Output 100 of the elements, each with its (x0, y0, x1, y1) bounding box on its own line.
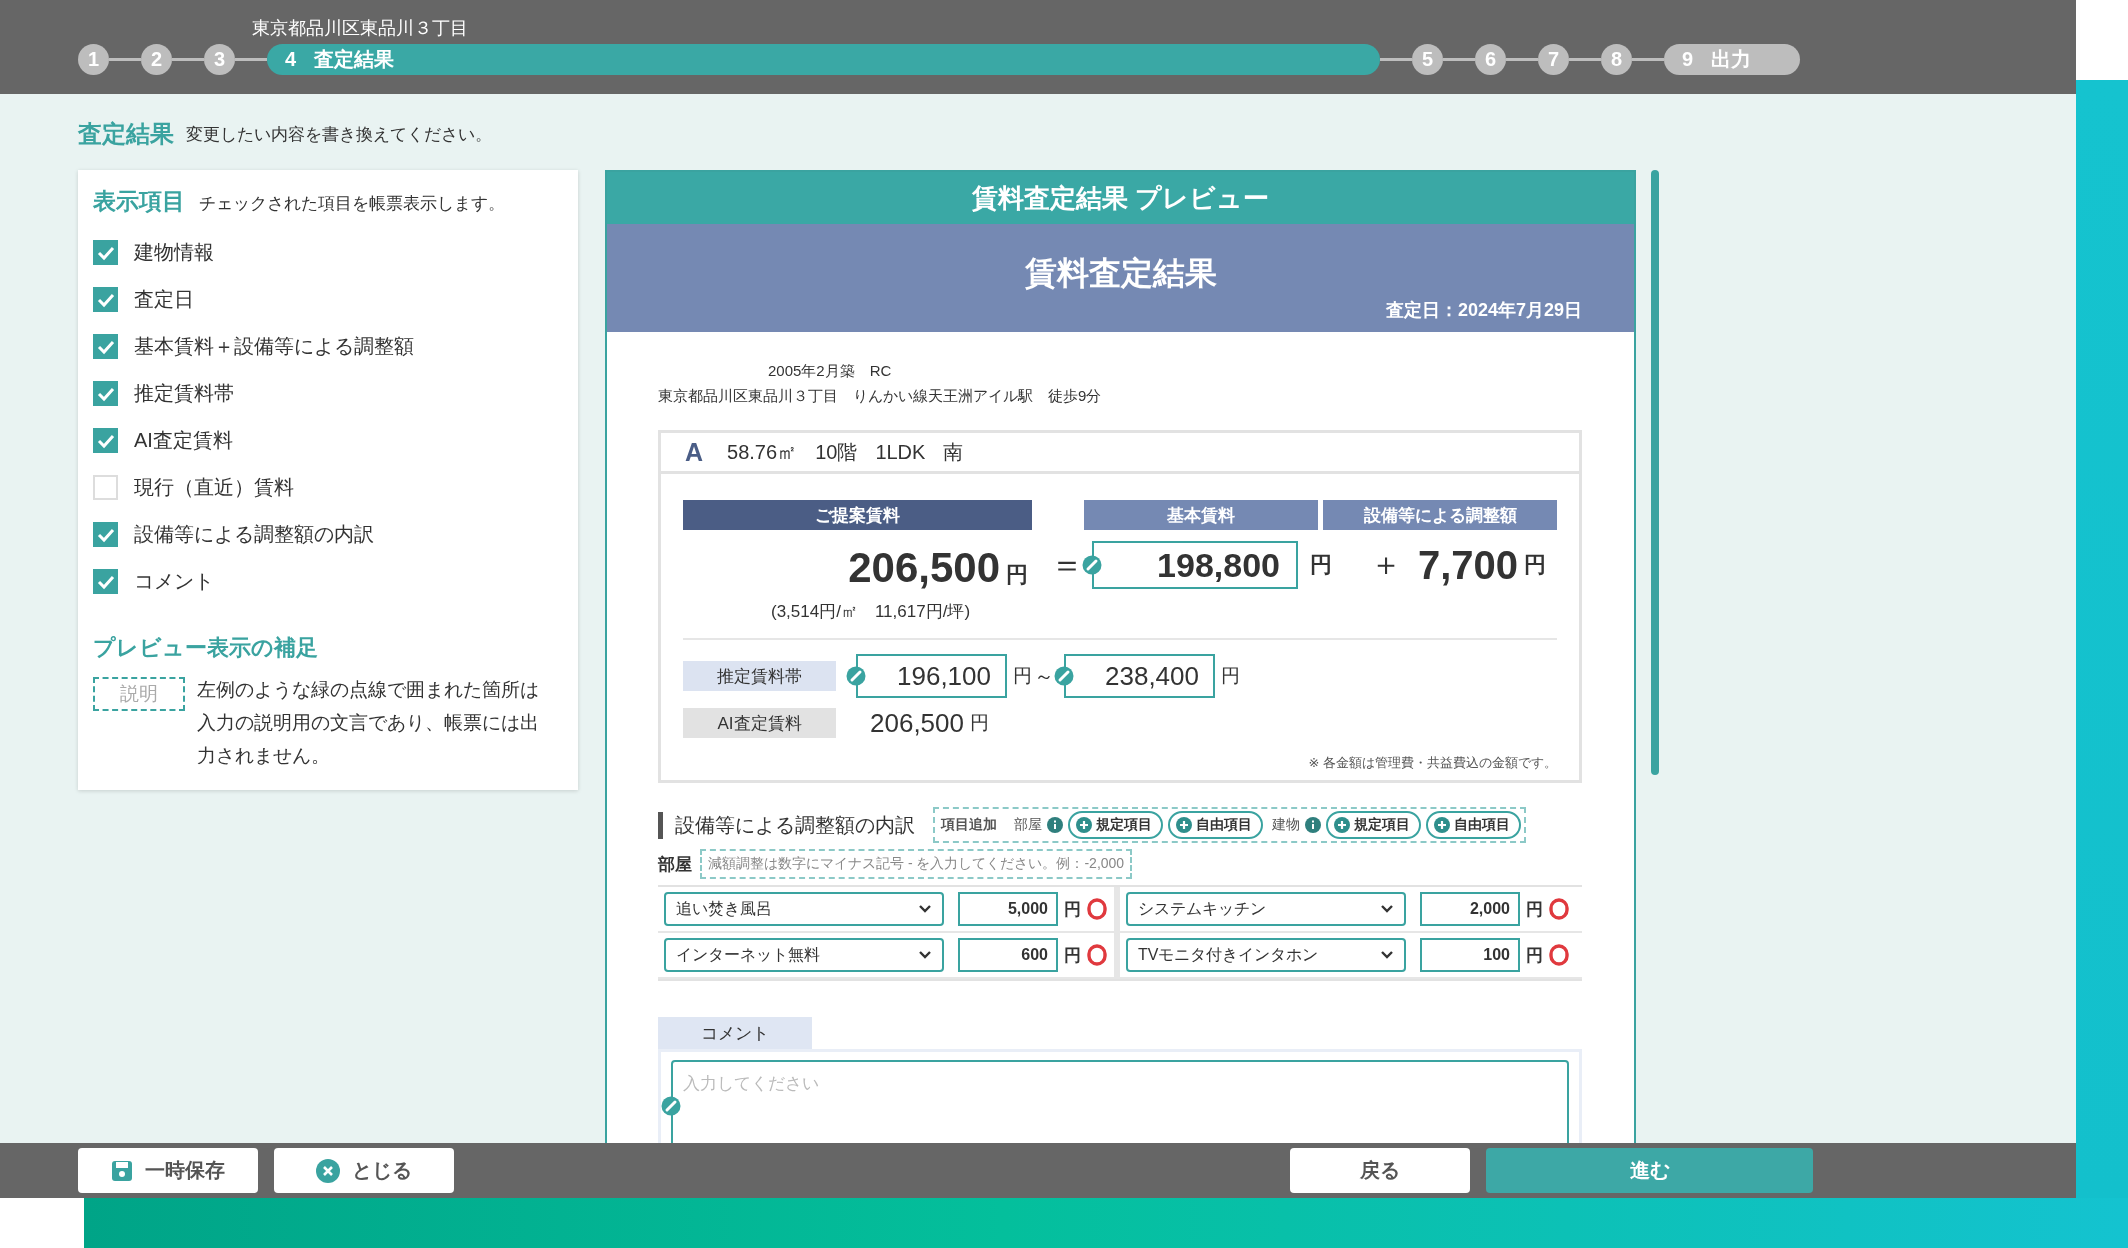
add-button[interactable]: 規定項目 (1326, 811, 1421, 839)
caret-icon (918, 950, 932, 960)
checkbox-label: 建物情報 (134, 240, 214, 265)
yen-unit: 円 (1310, 551, 1332, 579)
report-title: 賃料査定結果 (1023, 254, 1218, 293)
step-connector (1569, 57, 1601, 61)
add-button[interactable]: 規定項目 (1068, 811, 1163, 839)
checkbox[interactable] (93, 240, 118, 265)
checkbox-label: AI査定賃料 (134, 428, 233, 453)
amount-field[interactable]: 5,000 (958, 892, 1058, 926)
yen-unit: 円 (970, 711, 989, 735)
plus-icon (1076, 817, 1092, 833)
step-indicator: 4 査定結果 (267, 43, 1380, 75)
unit-spec: 1LDK (875, 440, 926, 464)
scrollbar[interactable] (1651, 170, 1659, 775)
step-connector (1443, 57, 1475, 61)
row-label: 推定賃料帯 (683, 661, 836, 691)
check-icon (95, 244, 116, 261)
page-title: 査定結果 (78, 119, 174, 149)
column-label: 設備等による調整額 (1323, 500, 1557, 530)
checkbox-label: 基本賃料＋設備等による調整額 (134, 334, 414, 359)
yen-unit: 円 (1013, 664, 1032, 688)
checkbox-label: 設備等による調整額の内訳 (134, 522, 374, 547)
step-connector (109, 57, 141, 61)
step-indicator: 1 (78, 43, 109, 75)
yen-unit: 円 (1064, 898, 1081, 921)
note-text: 左例のような緑の点線で囲まれた箇所は入力の説明用の文言であり、帳票には出力されません。 (197, 678, 540, 768)
footnote: ※ 各金額は管理費・共益費込の金額です。 (1307, 754, 1557, 772)
group-label: 部屋 (1014, 816, 1042, 834)
remove-icon (1087, 898, 1107, 920)
checkbox[interactable] (93, 334, 118, 359)
range-field[interactable]: 196,100 (856, 654, 1007, 698)
step-connector (1506, 57, 1538, 61)
base-rent-field[interactable]: 198,800 (1092, 541, 1298, 589)
ai-rent-value: 206,500 (870, 707, 964, 739)
check-icon (95, 291, 116, 308)
check-icon (95, 573, 116, 590)
step-indicator: 2 (141, 43, 172, 75)
step-connector (235, 57, 267, 61)
plus-icon (1334, 817, 1350, 833)
pencil-icon (661, 1096, 681, 1116)
remove-icon (1549, 898, 1569, 920)
row-label: AI査定賃料 (683, 708, 836, 738)
comment-field[interactable]: 入力してください (671, 1060, 1569, 1143)
amount-field[interactable]: 100 (1420, 938, 1520, 972)
checkbox[interactable] (93, 428, 118, 453)
section-hint: チェックされた項目を帳票表示します。 (199, 193, 505, 215)
close-button[interactable]: とじる (274, 1148, 454, 1193)
add-item-label: 項目追加 (941, 816, 997, 834)
item-dropdown[interactable]: システムキッチン (1126, 892, 1406, 926)
caret-icon (1380, 950, 1394, 960)
rent-value: 206,500 (848, 544, 1000, 592)
section-title: 表示項目 (93, 187, 185, 216)
caret-icon (1380, 904, 1394, 914)
hint-note: 減額調整は数字にマイナス記号 - を入力してください。例：-2,000 (700, 849, 1133, 879)
checkbox[interactable] (93, 569, 118, 594)
checkbox-label: コメント (134, 569, 214, 594)
step-indicator: 7 (1538, 43, 1569, 75)
amount-field[interactable]: 2,000 (1420, 892, 1520, 926)
check-icon (95, 526, 116, 543)
checkbox[interactable] (93, 522, 118, 547)
step-indicator: 6 (1475, 43, 1506, 75)
yen-unit: 円 (1524, 551, 1547, 579)
add-button[interactable]: 自由項目 (1168, 811, 1263, 839)
step-indicator: 9 出力 (1664, 43, 1800, 75)
check-icon (95, 432, 116, 449)
comment-tab[interactable]: コメント (658, 1017, 812, 1049)
amount-field[interactable]: 600 (958, 938, 1058, 972)
add-button[interactable]: 自由項目 (1426, 811, 1521, 839)
checkbox[interactable] (93, 381, 118, 406)
info-icon (1047, 817, 1063, 833)
info-icon (1305, 817, 1321, 833)
section-title: 設備等による調整額の内訳 (658, 811, 915, 839)
checkbox[interactable] (93, 287, 118, 312)
plus-icon (1176, 817, 1192, 833)
plus-sign: ＋ (1370, 545, 1402, 584)
yen-unit: 円 (1526, 944, 1543, 967)
building-info: 2005年2月築 RC (767, 362, 893, 381)
step-connector (1380, 57, 1412, 61)
item-dropdown[interactable]: TVモニタ付きインタホン (1126, 938, 1406, 972)
plus-icon (1434, 817, 1450, 833)
column-label: 基本賃料 (1084, 500, 1318, 530)
pencil-icon (846, 666, 866, 686)
yen-unit: 円 (1221, 664, 1240, 688)
unit-name: A (685, 437, 704, 467)
unit-spec: 10階 (815, 439, 858, 465)
unit-spec: 南 (943, 439, 964, 465)
checkbox-label: 査定日 (134, 287, 194, 312)
back-button[interactable]: 戻る (1290, 1148, 1470, 1193)
group-label: 建物 (1272, 816, 1300, 834)
tilde-sign: ～ (1034, 663, 1054, 689)
caret-icon (918, 904, 932, 914)
check-icon (95, 385, 116, 402)
save-button[interactable]: 一時保存 (78, 1148, 258, 1193)
step-indicator: 3 (204, 43, 235, 75)
item-dropdown[interactable]: インターネット無料 (664, 938, 944, 972)
remove-icon (1549, 944, 1569, 966)
item-dropdown[interactable]: 追い焚き風呂 (664, 892, 944, 926)
range-field[interactable]: 238,400 (1064, 654, 1215, 698)
report-date: 査定日：2024年7月29日 (1385, 299, 1582, 322)
